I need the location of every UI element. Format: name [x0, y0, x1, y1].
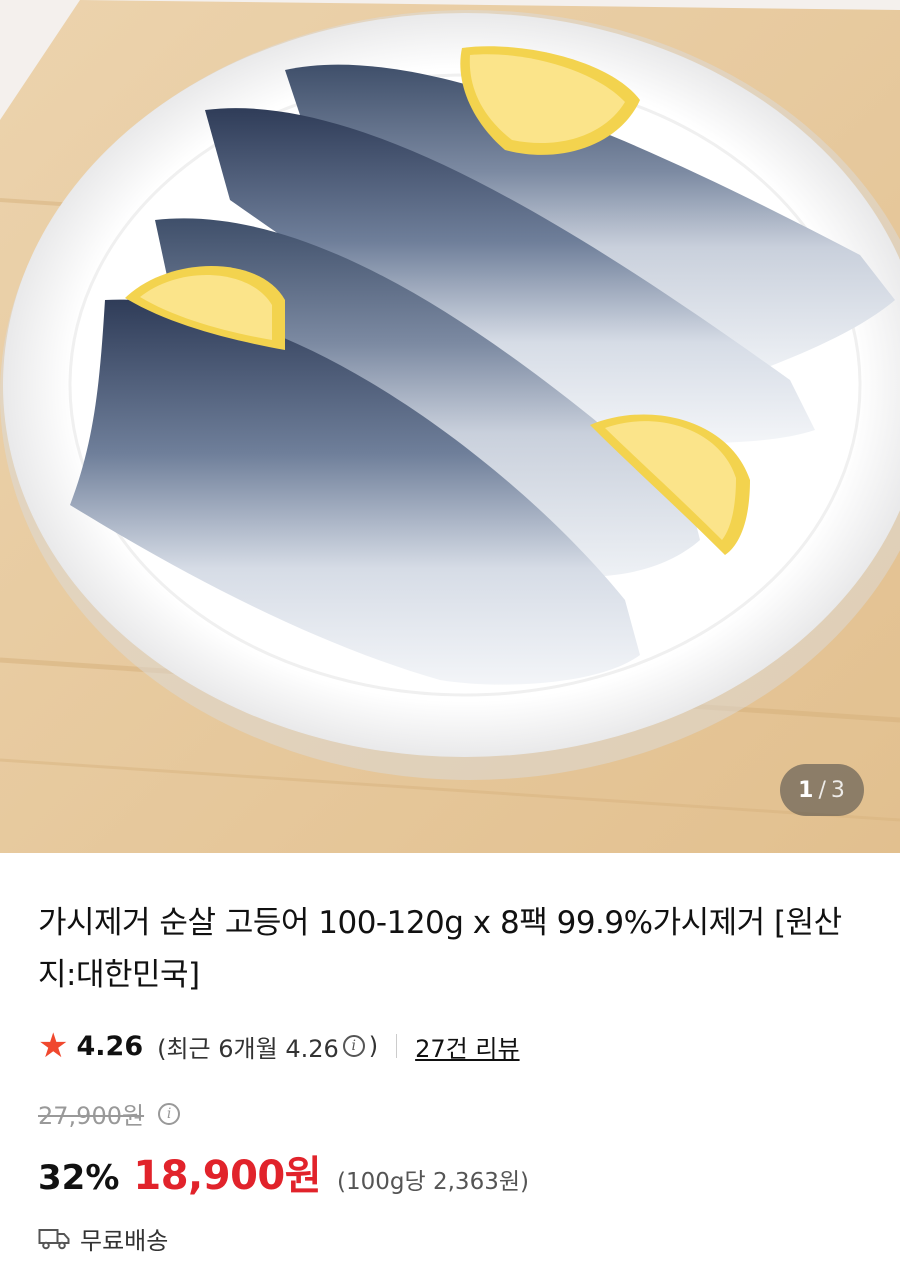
recent-rating: (최근 6개월 4.26 i ) [157, 1029, 378, 1064]
recent-rating-close: ) [368, 1032, 379, 1060]
shipping-label: 무료배송 [80, 1227, 169, 1255]
original-price: 27,900원 [38, 1102, 145, 1130]
image-counter-separator: / [818, 777, 827, 803]
image-counter-current: 1 [798, 777, 815, 803]
rating-score: 4.26 [76, 1030, 144, 1062]
product-image [0, 0, 900, 853]
product-image-gallery[interactable]: 1 / 3 [0, 0, 900, 853]
recent-rating-text: (최근 6개월 4.26 [157, 1034, 339, 1063]
truck-icon [38, 1228, 70, 1249]
image-counter-total: 3 [830, 777, 846, 803]
rating-row: ★ 4.26 (최근 6개월 4.26 i ) 27건 리뷰 [38, 1026, 520, 1066]
price-info-icon[interactable]: i [158, 1102, 181, 1125]
price-row: 32% 18,900원 (100g당 2,363원) [38, 1143, 529, 1201]
star-icon: ★ [38, 1026, 69, 1066]
product-title: 가시제거 순살 고등어 100-120g x 8팩 99.9%가시제거 [원산지… [38, 905, 842, 993]
original-price-row: 27,900원 i [38, 1096, 184, 1131]
discount-rate: 32% [38, 1158, 120, 1198]
divider [396, 1034, 398, 1058]
shipping-row: 무료배송 [38, 1221, 168, 1256]
unit-price: (100g당 2,363원) [337, 1169, 529, 1195]
review-count-link[interactable]: 27건 리뷰 [415, 1029, 519, 1064]
sale-price: 18,900원 [133, 1153, 322, 1199]
image-counter: 1 / 3 [780, 764, 864, 816]
info-icon[interactable]: i [342, 1035, 365, 1057]
